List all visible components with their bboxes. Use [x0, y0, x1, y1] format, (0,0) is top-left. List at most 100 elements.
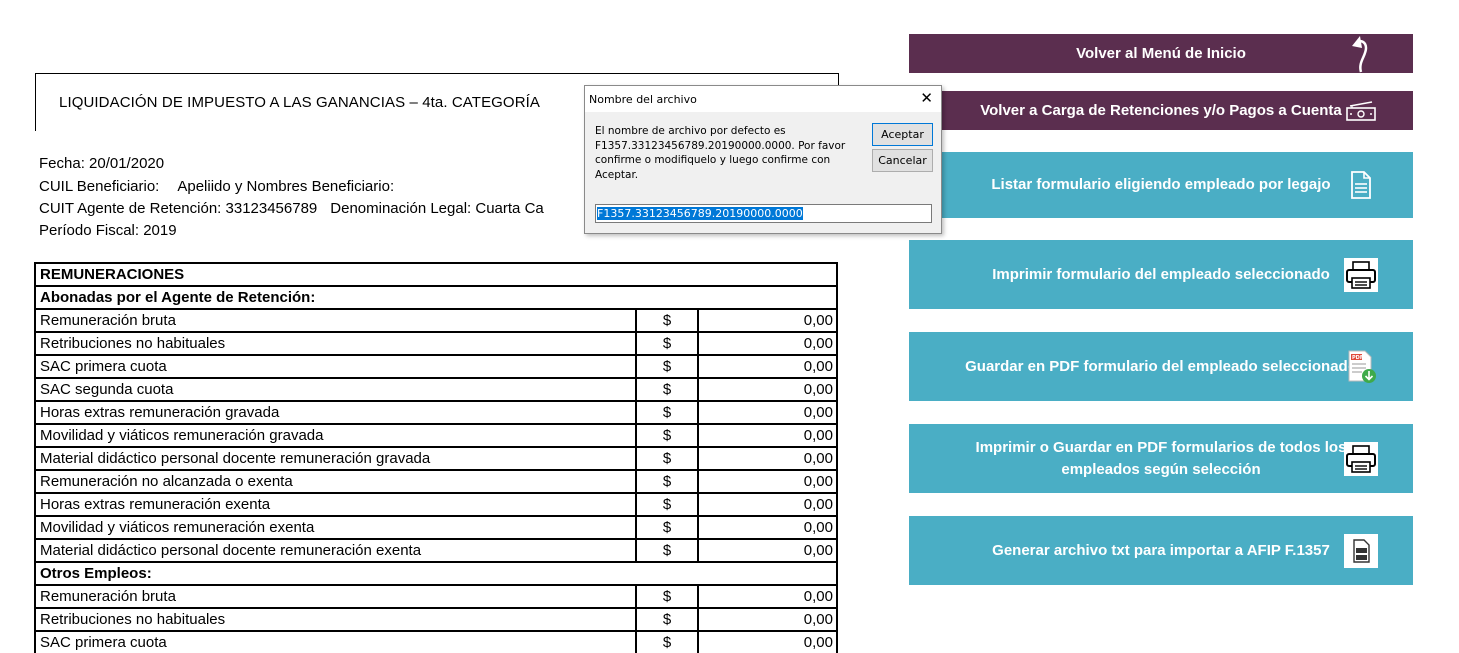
row-label: Movilidad y viáticos remuneración gravad… — [34, 423, 637, 448]
group1-header: Abonadas por el Agente de Retención: — [34, 285, 838, 310]
listar-button[interactable]: Listar formulario eligiendo empleado por… — [909, 152, 1413, 218]
pdf-download-icon: PDF — [1344, 350, 1378, 384]
cuit-text: CUIT Agente de Retención: 33123456789 — [39, 200, 318, 217]
fecha-line: Fecha: 20/01/2020 — [39, 155, 165, 172]
close-icon[interactable]: ✕ — [920, 90, 933, 106]
row-value[interactable]: 0,00 — [697, 331, 838, 356]
row-value[interactable]: 0,00 — [697, 515, 838, 540]
generar-txt-label: Generar archivo txt para importar a AFIP… — [992, 541, 1330, 559]
row-currency: $ — [635, 469, 699, 494]
form-title-text: LIQUIDACIÓN DE IMPUESTO A LAS GANANCIAS … — [59, 94, 541, 111]
table-row: Material didáctico personal docente remu… — [34, 446, 838, 471]
row-label: SAC segunda cuota — [34, 377, 637, 402]
row-currency: $ — [635, 400, 699, 425]
row-currency: $ — [635, 354, 699, 379]
row-currency: $ — [635, 492, 699, 517]
table-row: Horas extras remuneración gravada $0,00 — [34, 400, 838, 425]
aceptar-button[interactable]: Aceptar — [872, 123, 933, 146]
table-row: Retribuciones no habituales $0,00 — [34, 331, 838, 356]
row-currency: $ — [635, 331, 699, 356]
money-icon — [1344, 94, 1378, 128]
dialog-message: El nombre de archivo por defecto es F135… — [595, 125, 846, 181]
row-currency: $ — [635, 515, 699, 540]
row-label: Movilidad y viáticos remuneración exenta — [34, 515, 637, 540]
table-row: SAC segunda cuota $0,00 — [34, 377, 838, 402]
row-value[interactable]: 0,00 — [697, 584, 838, 609]
row-value[interactable]: 0,00 — [697, 400, 838, 425]
table-row: Retribuciones no habituales $0,00 — [34, 607, 838, 632]
row-currency: $ — [635, 538, 699, 563]
denominacion-text: Denominación Legal: Cuarta Ca — [330, 200, 544, 217]
row-label: Material didáctico personal docente remu… — [34, 538, 637, 563]
group-header-row: Abonadas por el Agente de Retención: — [34, 285, 838, 310]
imprimir-button[interactable]: Imprimir formulario del empleado selecci… — [909, 240, 1413, 309]
table-row: SAC primera cuota $0,00 — [34, 354, 838, 379]
cuil-label: CUIL Beneficiario: — [39, 178, 160, 195]
row-value[interactable]: 0,00 — [697, 354, 838, 379]
row-value[interactable]: 0,00 — [697, 308, 838, 333]
guardar-pdf-label: Guardar en PDF formulario del empleado s… — [965, 357, 1357, 375]
row-value[interactable]: 0,00 — [697, 538, 838, 563]
row-label: Horas extras remuneración gravada — [34, 400, 637, 425]
row-currency: $ — [635, 607, 699, 632]
row-label: Retribuciones no habituales — [34, 607, 637, 632]
section-header: REMUNERACIONES — [34, 262, 838, 287]
periodo-line: Período Fiscal: 2019 — [39, 222, 177, 239]
row-currency: $ — [635, 584, 699, 609]
cuit-line: CUIT Agente de Retención: 33123456789 Den… — [39, 200, 544, 217]
dialog-titlebar[interactable]: Nombre del archivo ✕ — [585, 86, 941, 112]
table-row: SAC primera cuota $0,00 — [34, 630, 838, 653]
table-row: Remuneración no alcanzada o exenta $0,00 — [34, 469, 838, 494]
filename-dialog: Nombre del archivo ✕ El nombre de archiv… — [584, 85, 942, 234]
row-value[interactable]: 0,00 — [697, 630, 838, 653]
table-row: Horas extras remuneración exenta $0,00 — [34, 492, 838, 517]
row-label: SAC primera cuota — [34, 630, 637, 653]
volver-carga-label: Volver a Carga de Retenciones y/o Pagos … — [980, 101, 1342, 119]
table-row: Material didáctico personal docente remu… — [34, 538, 838, 563]
row-value[interactable]: 0,00 — [697, 469, 838, 494]
printer-icon — [1344, 257, 1378, 292]
row-value[interactable]: 0,00 — [697, 607, 838, 632]
section-header-row: REMUNERACIONES — [34, 262, 838, 287]
return-arrow-icon — [1344, 35, 1378, 72]
row-value[interactable]: 0,00 — [697, 492, 838, 517]
row-label: Remuneración no alcanzada o exenta — [34, 469, 637, 494]
document-icon — [1344, 168, 1378, 202]
cuil-line: CUIL Beneficiario: Apeliido y Nombres Ben… — [39, 178, 394, 195]
volver-menu-button[interactable]: Volver al Menú de Inicio — [909, 34, 1413, 73]
cuil-name: Apeliido y Nombres Beneficiario: — [177, 178, 395, 195]
row-label: Material didáctico personal docente remu… — [34, 446, 637, 471]
remuneraciones-table: REMUNERACIONES Abonadas por el Agente de… — [34, 262, 838, 653]
row-value[interactable]: 0,00 — [697, 446, 838, 471]
printer-icon — [1344, 441, 1378, 476]
txt-file-icon — [1344, 533, 1378, 568]
filename-input-value: F1357.33123456789.20190000.0000 — [597, 207, 803, 220]
table-row: Movilidad y viáticos remuneración gravad… — [34, 423, 838, 448]
row-label: SAC primera cuota — [34, 354, 637, 379]
volver-menu-label: Volver al Menú de Inicio — [1076, 44, 1246, 62]
group-header-row: Otros Empleos: — [34, 561, 838, 586]
svg-text:PDF: PDF — [1352, 355, 1363, 361]
imprimir-todos-button[interactable]: Imprimir o Guardar en PDF formularios de… — [909, 424, 1413, 493]
row-value[interactable]: 0,00 — [697, 377, 838, 402]
dialog-title: Nombre del archivo — [589, 93, 697, 106]
imprimir-label: Imprimir formulario del empleado selecci… — [992, 265, 1330, 283]
row-currency: $ — [635, 630, 699, 653]
row-label: Remuneración bruta — [34, 308, 637, 333]
row-currency: $ — [635, 377, 699, 402]
row-label: Remuneración bruta — [34, 584, 637, 609]
generar-txt-button[interactable]: Generar archivo txt para importar a AFIP… — [909, 516, 1413, 585]
row-label: Horas extras remuneración exenta — [34, 492, 637, 517]
listar-label: Listar formulario eligiendo empleado por… — [991, 176, 1331, 193]
filename-input[interactable]: F1357.33123456789.20190000.0000 — [595, 204, 932, 223]
imprimir-todos-label: Imprimir o Guardar en PDF formularios de… — [975, 438, 1347, 478]
table-row: Remuneración bruta $0,00 — [34, 584, 838, 609]
cancelar-button[interactable]: Cancelar — [872, 149, 933, 172]
row-currency: $ — [635, 308, 699, 333]
volver-carga-button[interactable]: Volver a Carga de Retenciones y/o Pagos … — [909, 91, 1413, 130]
row-currency: $ — [635, 446, 699, 471]
table-row: Movilidad y viáticos remuneración exenta… — [34, 515, 838, 540]
row-label: Retribuciones no habituales — [34, 331, 637, 356]
row-value[interactable]: 0,00 — [697, 423, 838, 448]
guardar-pdf-button[interactable]: Guardar en PDF formulario del empleado s… — [909, 332, 1413, 401]
